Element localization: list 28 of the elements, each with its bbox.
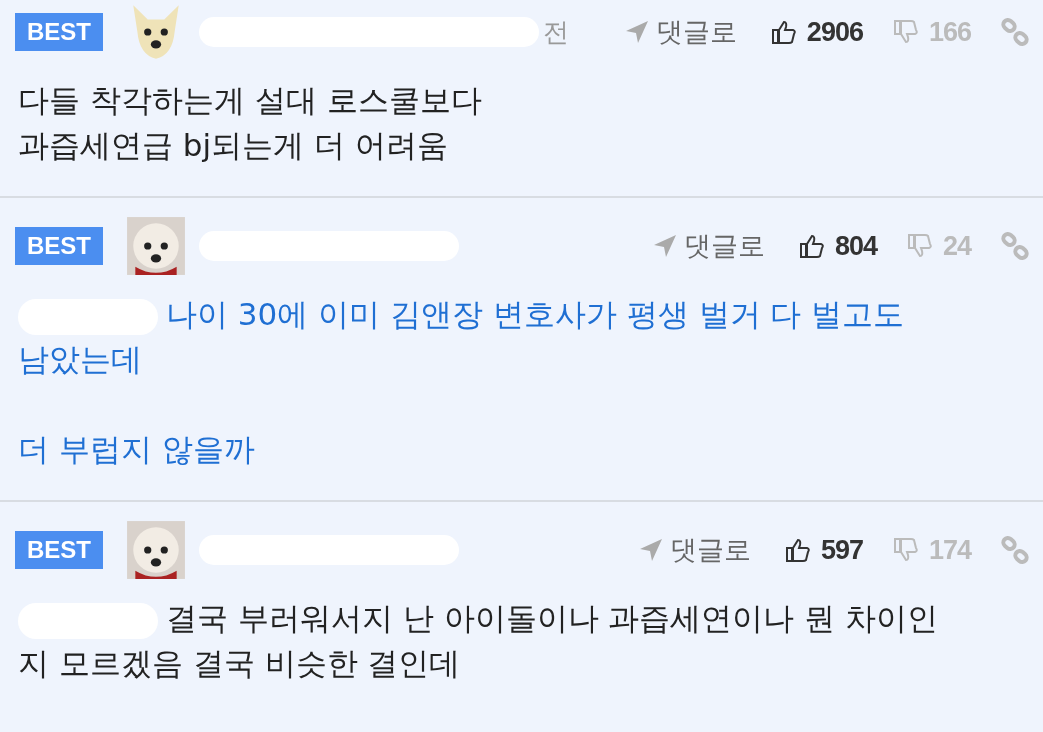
link-icon[interactable] <box>1001 536 1029 564</box>
thumbs-down-icon <box>892 537 919 563</box>
reply-button[interactable]: 댓글로 <box>637 532 751 568</box>
comment-time: 전 <box>543 15 569 49</box>
best-badge: BEST <box>15 13 103 51</box>
like-button[interactable]: 597 <box>784 534 863 566</box>
reply-button[interactable]: 댓글로 <box>651 228 765 264</box>
comment-text: 과즙세연급 bj되는게 더 어려움 <box>18 127 448 163</box>
comment-text: 지 모르겠음 결국 비슷한 결인데 <box>18 645 461 681</box>
thumbs-up-icon <box>770 19 797 45</box>
like-button[interactable]: 2906 <box>770 16 863 48</box>
link-icon[interactable] <box>1001 232 1029 260</box>
thumbs-down-icon <box>906 233 933 259</box>
best-badge: BEST <box>15 531 103 569</box>
thumbs-up-icon <box>784 537 811 563</box>
comment-text: 더 부럽지 않을까 <box>18 431 255 467</box>
thumbs-up-icon <box>798 233 825 259</box>
comment-text: 나이 30에 이미 김앤장 변호사가 평생 벌거 다 벌고도 <box>166 296 905 332</box>
comment-text: 결국 부러워서지 난 아이돌이나 과즙세연이나 뭔 차이인 <box>166 600 939 636</box>
like-button[interactable]: 804 <box>798 230 877 262</box>
avatar-icon <box>125 215 187 277</box>
avatar-icon <box>125 519 187 581</box>
link-icon[interactable] <box>1001 18 1029 46</box>
comment-text: 다들 착각하는게 설대 로스쿨보다 <box>18 82 482 118</box>
reply-button[interactable]: 댓글로 <box>623 14 737 50</box>
comment-text: 남았는데 <box>18 341 142 377</box>
best-badge: BEST <box>15 227 103 265</box>
thumbs-down-icon <box>892 19 919 45</box>
